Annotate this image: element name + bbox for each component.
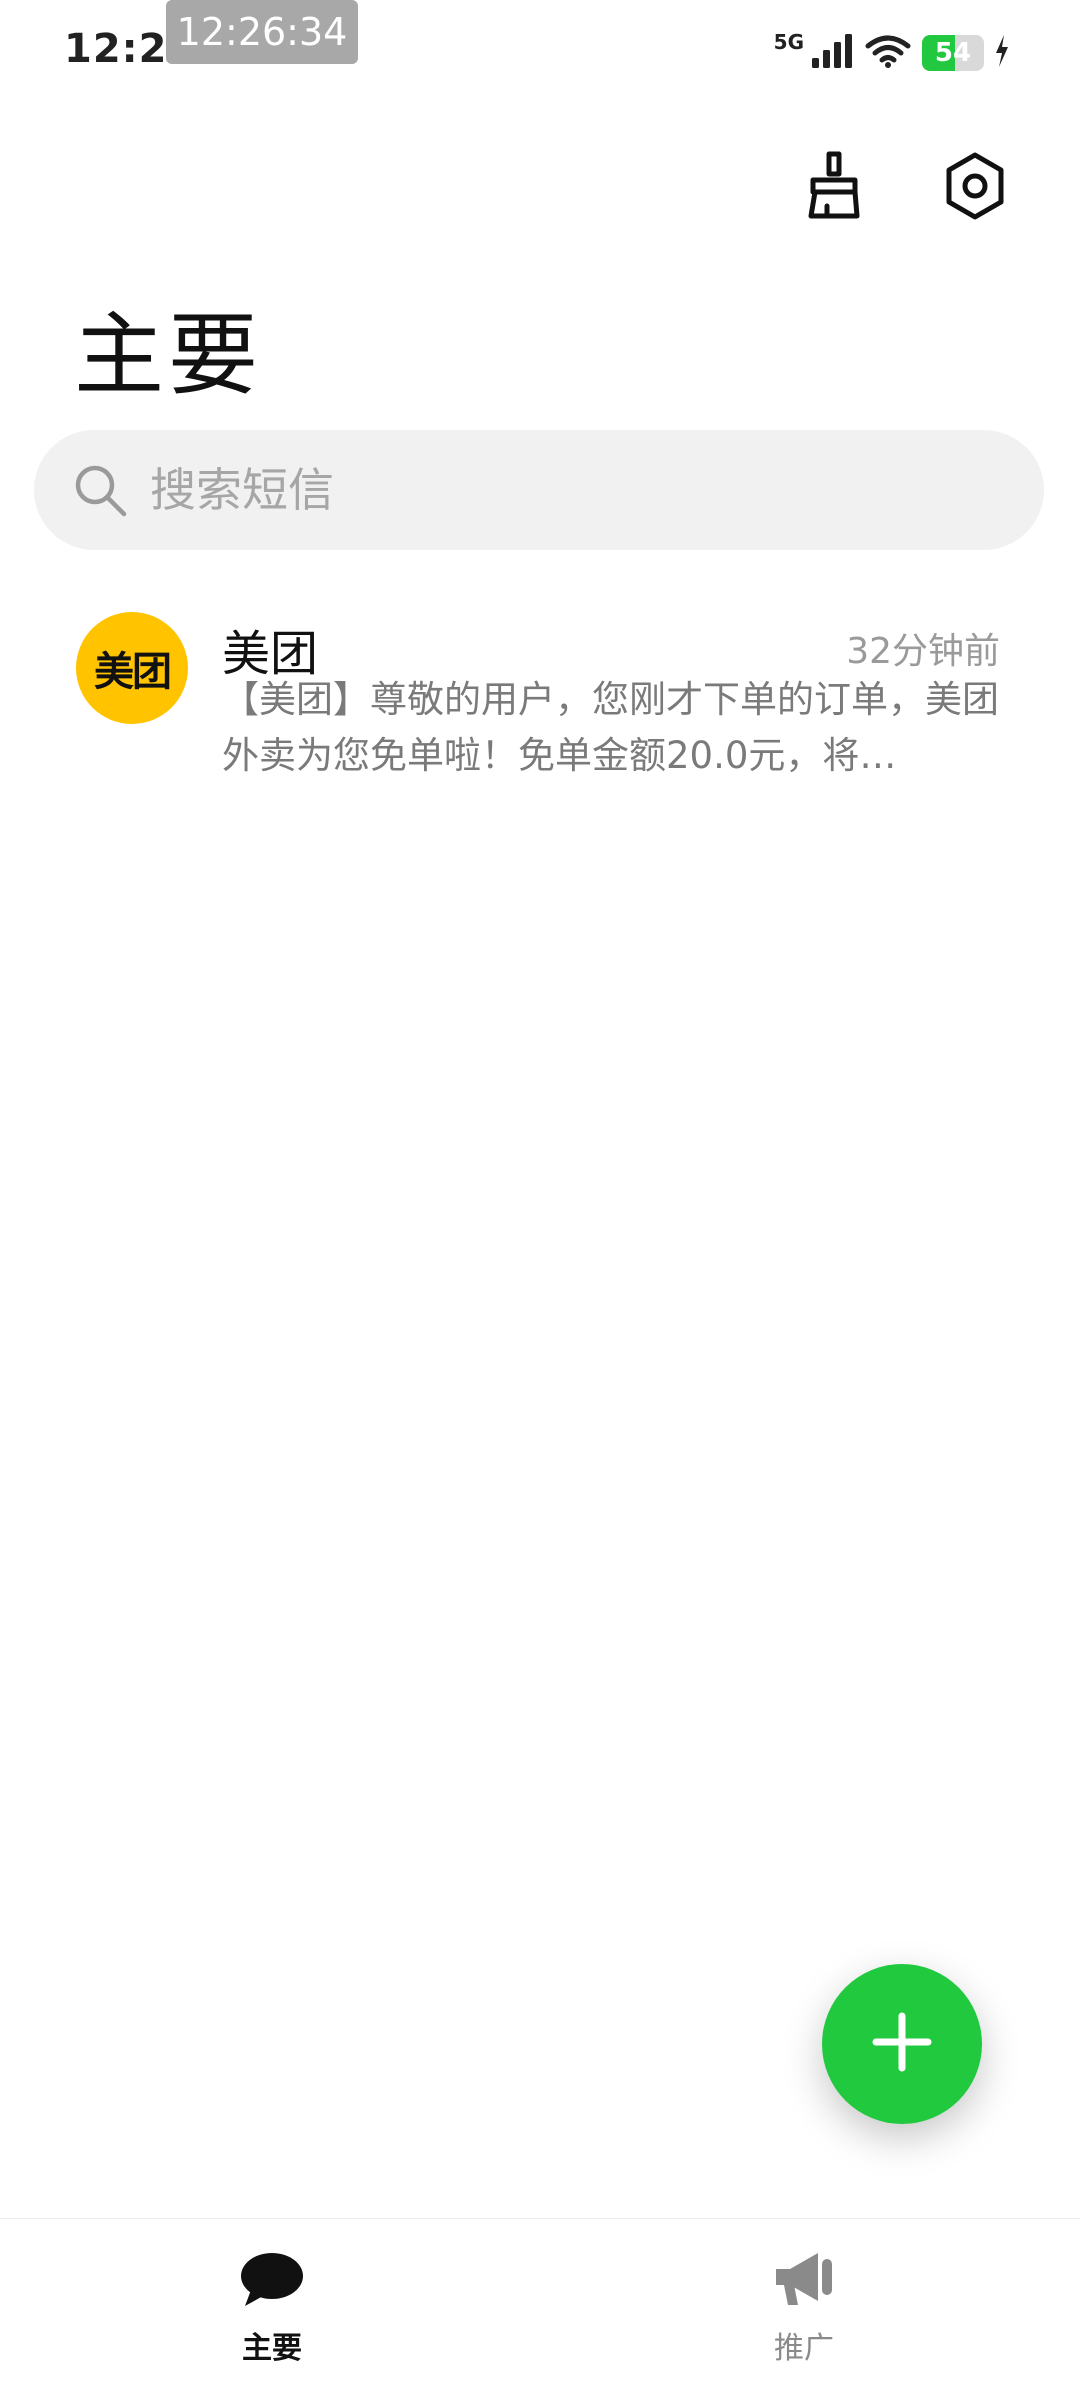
clean-button[interactable] (800, 148, 870, 228)
search-icon (70, 460, 130, 520)
signal-icon (810, 32, 854, 74)
conversation-preview: 【美团】尊敬的用户，您刚才下单的订单，美团外卖为您免单啦！免单金额20.0元，将… (222, 678, 999, 777)
search-bar[interactable] (34, 430, 1044, 550)
megaphone-icon (769, 2249, 839, 2309)
conversation-time: 32分钟前 (846, 631, 1000, 672)
broom-icon (803, 150, 867, 226)
wifi-icon (864, 32, 912, 74)
tab-promotions[interactable]: 推广 (724, 2249, 884, 2367)
battery-level: 54 (934, 38, 972, 68)
overlay-clock: 12:26:34 (166, 0, 358, 64)
search-input[interactable] (148, 462, 952, 518)
messages-screen: 12:26 12:26:34 5G 54 主要 搜索短信 美团 美团 32分钟前… (0, 0, 1080, 2400)
bottom-navigation: 主要 推广 (0, 2218, 1080, 2400)
status-icons: 5G 54 (774, 28, 1010, 78)
settings-hexagon-icon (943, 151, 1007, 225)
conversation-list-item[interactable]: 美团 美团 32分钟前 【美团】尊敬的用户，您刚才下单的订单，美团外卖为您免单啦… (0, 600, 1080, 800)
tab-main-label: 主要 (242, 2331, 302, 2366)
status-bar: 12:26 12:26:34 5G 54 (0, 0, 1080, 110)
plus-icon (870, 2010, 934, 2078)
page-title: 主要 (74, 303, 262, 408)
tab-promotions-label: 推广 (774, 2331, 834, 2366)
avatar: 美团 (76, 612, 188, 724)
new-message-button[interactable] (822, 1964, 982, 2124)
tab-main[interactable]: 主要 (192, 2249, 352, 2367)
network-type-label: 5G (773, 30, 804, 54)
charging-bolt-icon (994, 34, 1010, 72)
settings-button[interactable] (940, 148, 1010, 228)
header-actions (800, 148, 1010, 228)
chat-bubble-icon (237, 2249, 307, 2309)
battery-indicator: 54 (922, 35, 984, 71)
